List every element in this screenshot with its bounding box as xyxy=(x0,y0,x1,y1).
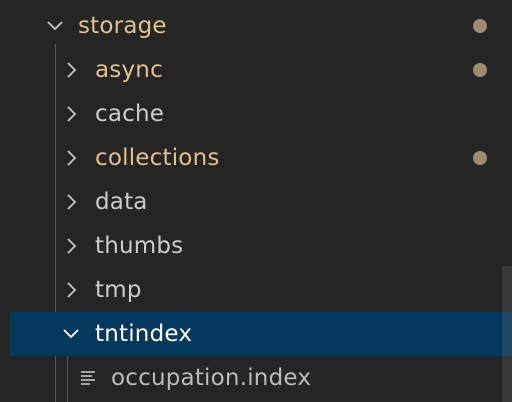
tree-item-tntindex[interactable]: tntindex xyxy=(10,312,512,356)
tree-item-label: storage xyxy=(78,13,167,39)
chevron-down-icon[interactable] xyxy=(46,17,64,35)
tree-item-data[interactable]: data xyxy=(0,180,512,224)
tree-item-label: cache xyxy=(95,101,165,127)
tree-item-collections[interactable]: collections xyxy=(0,136,512,180)
tree-item-label: thumbs xyxy=(95,233,184,259)
tree-item-label: tntindex xyxy=(95,321,193,347)
file-explorer: storage async cache collections data thu… xyxy=(0,0,512,402)
tree-item-label: tmp xyxy=(95,277,142,303)
chevron-right-icon[interactable] xyxy=(63,149,81,167)
chevron-right-icon[interactable] xyxy=(63,281,81,299)
chevron-right-icon[interactable] xyxy=(63,61,81,79)
file-lines-icon xyxy=(81,371,95,385)
tree-item-storage[interactable]: storage xyxy=(0,4,512,48)
modified-indicator-dot xyxy=(473,63,487,77)
tree-item-thumbs[interactable]: thumbs xyxy=(0,224,512,268)
chevron-right-icon[interactable] xyxy=(63,193,81,211)
chevron-right-icon[interactable] xyxy=(63,105,81,123)
scrollbar-thumb[interactable] xyxy=(502,266,512,402)
tree-item-label: data xyxy=(95,189,148,215)
tree-item-occupation-index[interactable]: occupation.index xyxy=(0,356,512,400)
tree-item-cache[interactable]: cache xyxy=(0,92,512,136)
tree-item-tmp[interactable]: tmp xyxy=(0,268,512,312)
chevron-right-icon[interactable] xyxy=(63,237,81,255)
tree-item-label: collections xyxy=(95,145,220,171)
tree-item-async[interactable]: async xyxy=(0,48,512,92)
modified-indicator-dot xyxy=(473,19,487,33)
tree-item-label: async xyxy=(95,57,163,83)
vertical-scrollbar[interactable] xyxy=(502,0,512,402)
chevron-down-icon[interactable] xyxy=(62,325,80,343)
tree-item-label: occupation.index xyxy=(111,365,312,391)
modified-indicator-dot xyxy=(473,151,487,165)
